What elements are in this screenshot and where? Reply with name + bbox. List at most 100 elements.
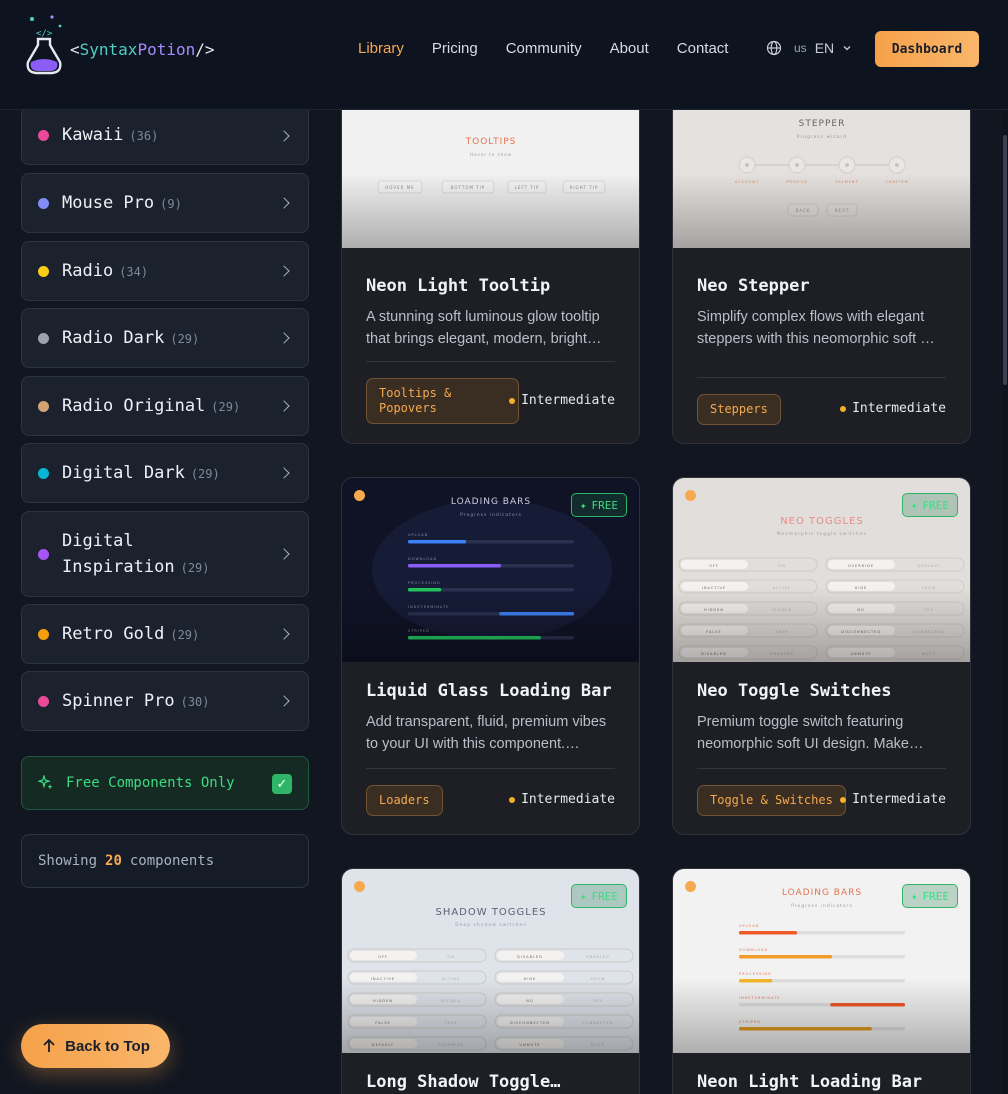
- svg-text:DEFAULT: DEFAULT: [918, 564, 940, 568]
- sidebar-item-digital-inspiration[interactable]: Digital Inspiration (29): [21, 511, 309, 597]
- level-dot: [509, 796, 516, 803]
- card-description: Premium toggle switch featuring neomorph…: [697, 714, 924, 752]
- card-title[interactable]: Neon Light Loading Bar: [697, 1072, 947, 1092]
- category-color-dot: [38, 548, 49, 560]
- svg-text:SHADOW TOGGLES: SHADOW TOGGLES: [435, 907, 546, 918]
- category-tag[interactable]: Tooltips & Popovers: [366, 378, 519, 424]
- nav-community[interactable]: Community: [506, 40, 582, 57]
- svg-text:LOADING BARS: LOADING BARS: [451, 497, 531, 507]
- card-description: Add transparent, fluid, premium vibes to…: [366, 714, 607, 752]
- svg-text:HIDDEN: HIDDEN: [373, 999, 393, 1003]
- svg-text:OVERRIDE: OVERRIDE: [848, 564, 874, 568]
- checkbox-checked-icon[interactable]: ✓: [272, 774, 292, 794]
- free-badge: ✦ FREE: [570, 493, 627, 517]
- svg-text:Progress indicators: Progress indicators: [791, 903, 853, 909]
- category-color-dot: [38, 467, 49, 479]
- back-to-top-button[interactable]: Back to Top: [21, 1024, 170, 1068]
- component-card[interactable]: NEO TOGGLES Neomorphic toggle switches OFF…: [672, 477, 971, 835]
- svg-text:NEXT: NEXT: [835, 208, 850, 213]
- dashboard-button[interactable]: Dashboard: [875, 31, 979, 67]
- sidebar-item-label: Radio Original (29): [62, 395, 241, 416]
- language-label: EN: [814, 40, 835, 56]
- svg-text:BOTTOM TIP: BOTTOM TIP: [451, 185, 486, 190]
- component-card[interactable]: LOADING BARS Progress indicators UPLOAD DOW…: [672, 868, 971, 1094]
- category-color-dot: [38, 695, 49, 707]
- sidebar-item-radio-original[interactable]: Radio Original (29): [21, 376, 309, 436]
- sidebar-item-count: (30): [180, 694, 210, 709]
- category-tag[interactable]: Toggle & Switches: [697, 785, 846, 816]
- sidebar-item-spinner-pro[interactable]: Spinner Pro (30): [21, 671, 309, 731]
- status-dot: [685, 881, 696, 892]
- sidebar-item-retro-gold[interactable]: Retro Gold (29): [21, 604, 309, 664]
- sidebar-item-digital-dark[interactable]: Digital Dark (29): [21, 443, 309, 503]
- card-title[interactable]: Neo Stepper: [697, 276, 947, 296]
- card-title[interactable]: Liquid Glass Loading Bar: [366, 681, 616, 701]
- svg-text:VISIBLE: VISIBLE: [441, 999, 461, 1003]
- card-title[interactable]: Long Shadow Toggle…: [366, 1072, 616, 1092]
- sparkle-icon: ✦: [579, 889, 587, 903]
- svg-text:HIDDEN: HIDDEN: [704, 608, 724, 612]
- nav-about[interactable]: About: [610, 40, 649, 57]
- logo[interactable]: </> <SyntaxPotion/>: [22, 14, 215, 76]
- svg-text:MUTE: MUTE: [922, 652, 936, 656]
- svg-text:LEFT TIP: LEFT TIP: [515, 185, 540, 190]
- svg-text:UNMUTE: UNMUTE: [850, 652, 871, 656]
- card-title[interactable]: Neo Toggle Switches: [697, 681, 947, 701]
- card-thumbnail[interactable]: LOADING BARS Progress indicators UPLOAD DOW…: [342, 478, 639, 662]
- category-color-dot: [38, 332, 49, 344]
- component-card[interactable]: TOOLTIPS Hover to show HOVER ME BOTTOM TIP L…: [341, 63, 640, 444]
- chevron-right-icon: [278, 265, 290, 277]
- component-card[interactable]: LOADING BARS Progress indicators UPLOAD DOW…: [341, 477, 640, 835]
- svg-text:</>: </>: [36, 29, 53, 39]
- logo-text: <SyntaxPotion/>: [70, 39, 215, 59]
- card-thumbnail[interactable]: NEO TOGGLES Neomorphic toggle switches OFF…: [673, 478, 970, 662]
- category-tag[interactable]: Steppers: [697, 394, 781, 425]
- svg-text:INACTIVE: INACTIVE: [702, 586, 726, 590]
- arrow-up-icon: [43, 1038, 55, 1052]
- svg-text:YES: YES: [593, 999, 603, 1003]
- card-thumbnail[interactable]: SHADOW TOGGLES Deep shadow switches OFF ON D…: [342, 869, 639, 1053]
- svg-text:Neomorphic toggle switches: Neomorphic toggle switches: [777, 531, 867, 537]
- sparkle-icon: ✦: [910, 498, 918, 512]
- sidebar-item-count: (29): [180, 560, 210, 575]
- svg-text:PROCESSING: PROCESSING: [739, 972, 772, 976]
- sidebar-item-count: (29): [211, 399, 241, 414]
- sidebar-item-radio-dark[interactable]: Radio Dark (29): [21, 308, 309, 368]
- sidebar-item-count: (9): [160, 196, 182, 211]
- svg-text:DISABLED: DISABLED: [517, 955, 543, 959]
- chevron-right-icon: [278, 197, 290, 209]
- card-title[interactable]: Neon Light Tooltip: [366, 276, 616, 296]
- language-selector[interactable]: us EN: [766, 40, 852, 56]
- free-components-toggle[interactable]: Free Components Only ✓: [21, 756, 309, 810]
- chevron-right-icon: [278, 467, 290, 479]
- svg-text:Deep shadow switches: Deep shadow switches: [455, 922, 526, 928]
- difficulty-level: Intermediate: [509, 792, 615, 807]
- category-tag[interactable]: Loaders: [366, 785, 443, 816]
- nav-pricing[interactable]: Pricing: [432, 40, 478, 57]
- card-divider: [366, 361, 615, 362]
- component-card[interactable]: SHADOW TOGGLES Deep shadow switches OFF ON D…: [341, 868, 640, 1094]
- nav-contact[interactable]: Contact: [677, 40, 729, 57]
- component-card[interactable]: STEPPER Progress wizard ACCOUNT PROFILE PAYM…: [672, 63, 971, 444]
- scrollbar-thumb[interactable]: [1003, 135, 1007, 385]
- sparkle-icon: ✦: [910, 889, 918, 903]
- svg-text:ACTIVE: ACTIVE: [442, 977, 461, 981]
- free-components-label: Free Components Only: [66, 775, 235, 791]
- svg-text:FALSE: FALSE: [706, 630, 721, 634]
- card-thumbnail[interactable]: LOADING BARS Progress indicators UPLOAD DOW…: [673, 869, 970, 1053]
- sidebar-item-kawaii[interactable]: Kawaii (36): [21, 106, 309, 165]
- svg-text:FALSE: FALSE: [375, 1021, 390, 1025]
- page-scrollbar[interactable]: [1002, 110, 1008, 1094]
- card-divider: [697, 377, 946, 378]
- sidebar-item-radio[interactable]: Radio (34): [21, 241, 309, 301]
- svg-text:DEFAULT: DEFAULT: [372, 1043, 394, 1047]
- level-dot: [509, 397, 516, 404]
- globe-icon: [766, 40, 782, 56]
- chevron-right-icon: [278, 400, 290, 412]
- svg-text:INDETERMINATE: INDETERMINATE: [739, 996, 780, 1000]
- sidebar-item-mouse-pro[interactable]: Mouse Pro (9): [21, 173, 309, 233]
- sidebar-item-count: (34): [119, 264, 149, 279]
- svg-text:SHOW: SHOW: [921, 586, 936, 590]
- svg-text:UPLOAD: UPLOAD: [739, 924, 759, 928]
- nav-library[interactable]: Library: [358, 40, 404, 57]
